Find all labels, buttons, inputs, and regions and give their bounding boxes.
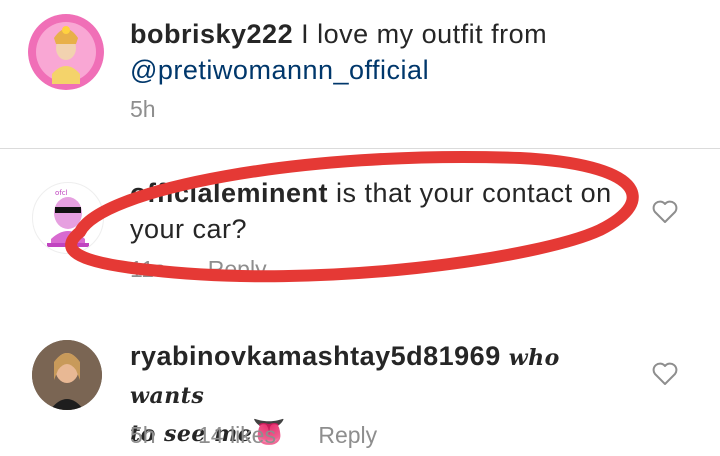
heart-outline-icon[interactable]	[652, 200, 678, 224]
comment-meta: 11s Reply	[130, 256, 303, 283]
comment-username[interactable]: ryabinovkamashtay5d81969	[130, 341, 501, 371]
likes-count[interactable]: 14 likes	[198, 422, 276, 448]
comment-time: 5h	[130, 422, 156, 448]
comment-text: officialeminent is that your contact on …	[130, 175, 630, 247]
post-caption: bobrisky222 I love my outfit from @preti…	[0, 0, 720, 148]
caption-mention[interactable]: @pretiwomannn_official	[130, 55, 429, 85]
comment-body-line1: is that your contact on	[336, 178, 612, 208]
divider	[0, 148, 720, 149]
comment-time: 11s	[130, 256, 166, 282]
caption-body: I love my outfit from	[301, 19, 548, 49]
caption-meta: 5h	[130, 96, 192, 123]
reply-button[interactable]: Reply	[318, 422, 377, 448]
avatar[interactable]	[28, 14, 104, 90]
comment-username[interactable]: officialeminent	[130, 178, 328, 208]
reply-button[interactable]: Reply	[208, 256, 267, 282]
caption-username[interactable]: bobrisky222	[130, 19, 293, 49]
caption-text: bobrisky222 I love my outfit from @preti…	[130, 16, 690, 88]
comment-meta: 5h 14 likes Reply	[130, 422, 413, 449]
avatar[interactable]: ofcl	[32, 182, 104, 254]
comment-body-line2: your car?	[130, 214, 248, 244]
caption-time: 5h	[130, 96, 156, 122]
svg-text:ofcl: ofcl	[55, 189, 68, 197]
heart-outline-icon[interactable]	[652, 362, 678, 386]
avatar[interactable]	[32, 340, 102, 410]
